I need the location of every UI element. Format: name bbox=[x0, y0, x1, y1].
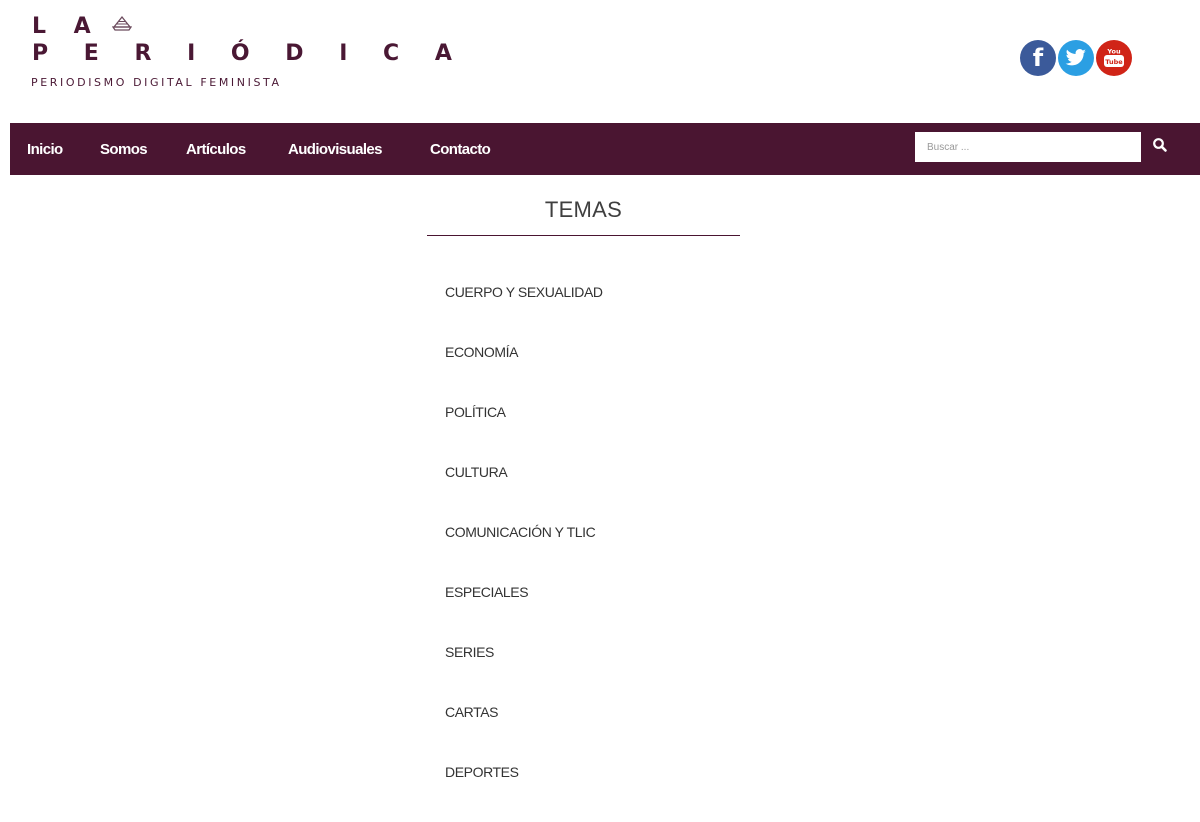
search-icon bbox=[1153, 138, 1167, 152]
nav-item-audiovisuales[interactable]: Audiovisuales bbox=[288, 123, 383, 175]
nav-item-inicio[interactable]: Inicio bbox=[27, 123, 63, 175]
social-links: f You Tube bbox=[1020, 40, 1132, 76]
nav-item-articulos[interactable]: Artículos bbox=[186, 123, 246, 175]
topic-cartas[interactable]: CARTAS bbox=[445, 702, 603, 762]
facebook-icon[interactable]: f bbox=[1020, 40, 1056, 76]
topics-list: CUERPO Y SEXUALIDAD ECONOMÍA POLÍTICA CU… bbox=[445, 282, 603, 822]
topic-deportes[interactable]: DEPORTES bbox=[445, 762, 603, 822]
nav-item-contacto[interactable]: Contacto bbox=[430, 123, 491, 175]
search-button[interactable] bbox=[1152, 137, 1172, 157]
title-divider bbox=[427, 235, 740, 236]
topic-politica[interactable]: POLÍTICA bbox=[445, 402, 603, 462]
site-header: L A P E R I Ó D I C A PERIODISMO DIGITAL… bbox=[0, 0, 1200, 123]
topic-cultura[interactable]: CULTURA bbox=[445, 462, 603, 522]
twitter-icon[interactable] bbox=[1058, 40, 1094, 76]
logo-tagline: PERIODISMO DIGITAL FEMINISTA bbox=[31, 76, 282, 89]
main-nav: Inicio Somos Artículos Audiovisuales Con… bbox=[10, 123, 1200, 175]
paper-hat-icon bbox=[112, 15, 132, 31]
topic-economia[interactable]: ECONOMÍA bbox=[445, 342, 603, 402]
topic-series[interactable]: SERIES bbox=[445, 642, 603, 702]
svg-text:Tube: Tube bbox=[1105, 58, 1123, 66]
svg-text:You: You bbox=[1106, 48, 1121, 56]
logo-line-1: L A bbox=[32, 14, 101, 39]
youtube-icon[interactable]: You Tube bbox=[1096, 40, 1132, 76]
twitter-bird-icon bbox=[1065, 49, 1086, 66]
page-title: TEMAS bbox=[544, 197, 623, 222]
nav-item-somos[interactable]: Somos bbox=[100, 123, 148, 175]
topic-comunicacion-y-tlic[interactable]: COMUNICACIÓN Y TLIC bbox=[445, 522, 603, 582]
logo-line-2: P E R I Ó D I C A bbox=[32, 41, 466, 66]
topic-especiales[interactable]: ESPECIALES bbox=[445, 582, 603, 642]
facebook-glyph: f bbox=[1032, 44, 1044, 72]
site-logo[interactable]: L A P E R I Ó D I C A PERIODISMO DIGITAL… bbox=[30, 14, 452, 94]
topic-cuerpo-y-sexualidad[interactable]: CUERPO Y SEXUALIDAD bbox=[445, 282, 603, 342]
search-input[interactable] bbox=[915, 132, 1141, 162]
youtube-logo-icon: You Tube bbox=[1104, 48, 1124, 67]
